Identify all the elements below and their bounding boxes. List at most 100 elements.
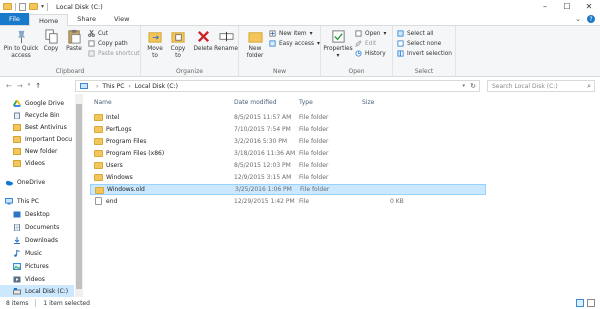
nav-item-this-pc[interactable]: This PC xyxy=(0,195,74,207)
chevron-down-icon[interactable]: ▾ xyxy=(41,3,44,10)
history-icon xyxy=(355,50,362,57)
view-switcher xyxy=(576,299,595,307)
breadcrumb-local-disk[interactable]: Local Disk (C:) xyxy=(135,83,178,90)
up-arrow-icon[interactable]: ↑ xyxy=(35,82,41,90)
history-button[interactable]: History xyxy=(355,50,386,57)
cut-button[interactable]: Cut xyxy=(88,30,108,37)
nav-item-downloads[interactable]: Downloads xyxy=(0,234,74,246)
file-row[interactable]: PerfLogs 7/10/2015 7:54 PM File folder xyxy=(90,124,486,135)
column-header-name[interactable]: Name xyxy=(94,96,112,108)
copy-button[interactable]: Copy xyxy=(40,29,62,53)
details-view-icon[interactable] xyxy=(576,299,584,307)
chevron-right-icon[interactable]: › xyxy=(96,83,98,90)
folder-icon xyxy=(3,3,12,10)
file-row[interactable]: Program Files (x86) 3/18/2016 11:36 AM F… xyxy=(90,148,486,159)
paste-button[interactable]: Paste xyxy=(63,29,85,53)
minimize-button[interactable]: – xyxy=(534,0,556,13)
file-date: 8/5/2015 11:57 AM xyxy=(234,114,292,121)
rename-button[interactable]: Rename xyxy=(214,29,238,53)
chevron-down-icon: ▾ xyxy=(309,30,313,37)
nav-item-best-antivirus[interactable]: Best Antivirus xyxy=(0,121,74,133)
address-bar[interactable]: › This PC › Local Disk (C:) ▾ ↻ xyxy=(75,80,480,92)
nav-item-music[interactable]: Music xyxy=(0,247,74,259)
nav-item-local-disk[interactable]: Local Disk (C:) xyxy=(0,285,74,297)
paste-shortcut-button[interactable]: Paste shortcut xyxy=(88,50,140,57)
new-item-button[interactable]: New item ▾ xyxy=(269,30,313,37)
copy-to-button[interactable]: Copy to xyxy=(168,29,188,59)
maximize-button[interactable]: ☐ xyxy=(556,0,578,13)
recycle-bin-icon xyxy=(14,112,20,119)
file-icon xyxy=(95,197,102,205)
properties-quick-icon[interactable] xyxy=(19,2,26,11)
nav-item-videos[interactable]: Videos xyxy=(0,273,74,285)
chevron-down-icon[interactable]: ⌄ xyxy=(575,15,581,23)
invert-selection-button[interactable]: Invert selection xyxy=(397,50,452,57)
tab-share[interactable]: Share xyxy=(68,13,105,25)
tab-home[interactable]: Home xyxy=(29,14,69,26)
new-folder-quick-icon[interactable] xyxy=(29,3,38,10)
delete-button[interactable]: Delete xyxy=(193,29,213,53)
search-box[interactable]: Search Local Disk (C:) ⌕ xyxy=(487,80,595,92)
file-type: File folder xyxy=(299,162,329,169)
nav-item-desktop[interactable]: Desktop xyxy=(0,208,74,220)
nav-item-important-documents[interactable]: Important Docu xyxy=(0,133,74,145)
tab-view[interactable]: View xyxy=(105,13,138,25)
file-row[interactable]: Users 8/5/2015 12:03 PM File folder xyxy=(90,160,486,171)
back-arrow-icon[interactable]: ← xyxy=(6,82,12,90)
select-all-icon xyxy=(397,30,404,37)
file-row[interactable]: Intel 8/5/2015 11:57 AM File folder xyxy=(90,112,486,123)
file-row[interactable]: Windows 12/9/2015 3:15 AM File folder xyxy=(90,172,486,183)
nav-item-recycle-bin[interactable]: Recycle Bin xyxy=(0,109,74,121)
move-to-button[interactable]: Move to xyxy=(145,29,165,59)
nav-scrollbar[interactable] xyxy=(75,94,83,297)
invert-selection-icon xyxy=(397,50,404,57)
chevron-right-icon[interactable]: › xyxy=(128,83,130,90)
chevron-down-icon[interactable]: ▾ xyxy=(462,83,465,89)
file-name: Intel xyxy=(106,114,120,121)
group-label: Clipboard xyxy=(55,68,85,75)
nav-item-google-drive[interactable]: Google Drive xyxy=(0,97,74,109)
select-none-button[interactable]: Select none xyxy=(397,40,441,47)
chevron-down-icon: ▾ xyxy=(317,40,320,47)
music-icon xyxy=(14,249,20,257)
column-header-type[interactable]: Type xyxy=(299,96,313,108)
pin-to-quick-access-button[interactable]: Pin to Quick access xyxy=(2,29,40,59)
file-row[interactable]: end 12/29/2015 1:42 PM File 0 KB xyxy=(90,196,486,207)
nav-item-new-folder[interactable]: New folder xyxy=(0,145,74,157)
window-title: Local Disk (C:) xyxy=(56,2,103,11)
divider xyxy=(47,2,49,11)
tab-file[interactable]: File xyxy=(0,13,29,25)
nav-item-pictures[interactable]: Pictures xyxy=(0,260,74,272)
close-button[interactable]: ✕ xyxy=(578,0,600,13)
nav-item-documents[interactable]: Documents xyxy=(0,221,74,233)
column-header-date-modified[interactable]: Date modified xyxy=(234,96,277,108)
new-folder-button[interactable]: New folder xyxy=(245,29,265,59)
title-bar: ▾ Local Disk (C:) – ☐ ✕ xyxy=(0,0,600,13)
forward-arrow-icon[interactable]: → xyxy=(17,82,23,90)
properties-button[interactable]: Properties ▾ xyxy=(323,29,353,59)
refresh-icon[interactable]: ↻ xyxy=(470,82,476,90)
file-row-selected[interactable]: Windows.old 3/25/2016 1:06 PM File folde… xyxy=(90,184,486,195)
this-pc-icon xyxy=(80,83,88,89)
nav-item-videos-quick[interactable]: Videos xyxy=(0,157,74,169)
edit-button[interactable]: Edit xyxy=(355,40,376,47)
breadcrumb-this-pc[interactable]: This PC xyxy=(102,83,124,90)
large-icons-view-icon[interactable] xyxy=(587,299,595,307)
folder-icon xyxy=(13,147,21,155)
open-button[interactable]: Open ▾ xyxy=(355,30,386,37)
file-type: File folder xyxy=(299,174,329,181)
easy-access-button[interactable]: Easy access ▾ xyxy=(269,40,320,47)
nav-item-onedrive[interactable]: OneDrive xyxy=(0,176,74,188)
column-header-size[interactable]: Size xyxy=(362,96,374,108)
help-icon[interactable]: ? xyxy=(587,15,595,23)
file-name: Program Files xyxy=(106,138,147,145)
file-row[interactable]: Program Files 3/2/2016 5:30 PM File fold… xyxy=(90,136,486,147)
folder-icon xyxy=(94,162,103,169)
select-all-button[interactable]: Select all xyxy=(397,30,434,37)
chevron-down-icon[interactable]: ▾ xyxy=(28,82,31,90)
drive-icon xyxy=(13,287,21,294)
scrollbar-thumb[interactable] xyxy=(76,104,82,289)
folder-icon xyxy=(94,126,103,133)
copy-path-button[interactable]: Copy path xyxy=(88,40,128,47)
window-controls: – ☐ ✕ xyxy=(534,0,600,13)
